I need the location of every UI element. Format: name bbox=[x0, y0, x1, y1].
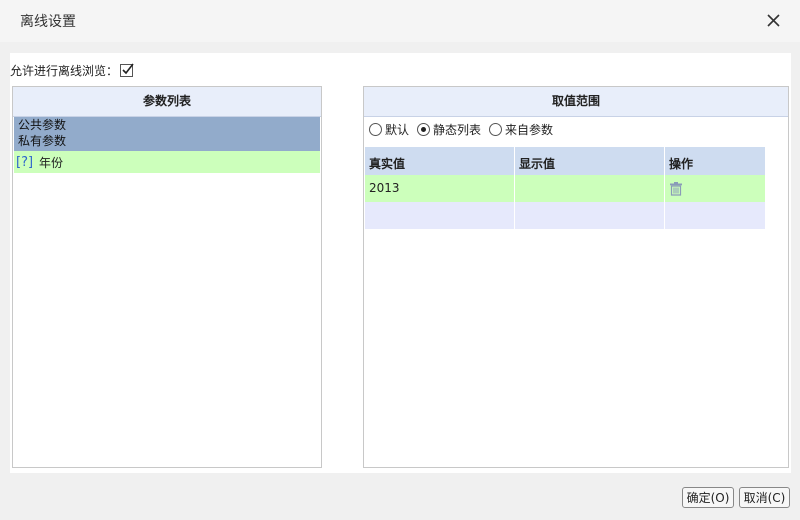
cell-empty[interactable] bbox=[665, 202, 765, 229]
radio-default-label[interactable]: 默认 bbox=[385, 121, 409, 138]
radio-default[interactable] bbox=[369, 122, 382, 136]
param-name: 年份 bbox=[39, 155, 64, 170]
radio-static-list-label[interactable]: 静态列表 bbox=[433, 121, 481, 138]
dialog-title: 离线设置 bbox=[20, 14, 76, 30]
col-action: 操作 bbox=[669, 157, 694, 171]
value-grid: 真实值 显示值 操作 2013 bbox=[365, 147, 765, 229]
cancel-button[interactable]: 取消(C) bbox=[739, 487, 790, 508]
value-source-options: 默认 静态列表 来自参数 bbox=[369, 121, 561, 137]
value-range-panel: 取值范围 默认 静态列表 来自参数 真实值 显示值 操作 2013 bbox=[363, 86, 789, 468]
col-display-value: 显示值 bbox=[515, 147, 665, 175]
param-list-panel: 参数列表 公共参数 私有参数 [?] 年份 bbox=[12, 86, 322, 468]
close-icon[interactable] bbox=[764, 11, 784, 31]
allow-offline-label: 允许进行离线浏览： bbox=[10, 63, 119, 78]
param-item-year[interactable]: [?] 年份 bbox=[14, 151, 320, 173]
title-bar: 离线设置 bbox=[0, 0, 800, 42]
cell-action bbox=[665, 175, 765, 202]
table-row[interactable]: 2013 bbox=[365, 175, 765, 202]
group-private-params[interactable]: 私有参数 bbox=[14, 133, 320, 149]
param-groups: 公共参数 私有参数 bbox=[14, 117, 320, 151]
question-icon: [?] bbox=[16, 154, 34, 170]
cell-empty[interactable] bbox=[365, 202, 515, 229]
allow-offline-checkbox[interactable] bbox=[120, 63, 134, 77]
table-row-empty[interactable] bbox=[365, 202, 765, 229]
radio-from-param[interactable] bbox=[489, 122, 503, 136]
grid-header-row: 真实值 显示值 操作 bbox=[365, 147, 765, 175]
cell-display-value[interactable] bbox=[515, 175, 665, 202]
radio-static-list[interactable] bbox=[417, 122, 431, 136]
col-real-value: 真实值 bbox=[365, 147, 515, 175]
value-range-header: 取值范围 bbox=[364, 87, 788, 117]
param-list-header: 参数列表 bbox=[13, 87, 321, 117]
cell-real-value[interactable]: 2013 bbox=[365, 175, 515, 202]
allow-offline-row: 允许进行离线浏览： bbox=[10, 61, 134, 79]
check-icon bbox=[122, 63, 134, 74]
group-public-params[interactable]: 公共参数 bbox=[14, 117, 320, 133]
ok-button[interactable]: 确定(O) bbox=[682, 487, 734, 508]
radio-from-param-label[interactable]: 来自参数 bbox=[505, 121, 553, 138]
offline-settings-dialog: 离线设置 允许进行离线浏览： 参数列表 公共参数 私有参数 [?] 年份 取值范… bbox=[0, 0, 800, 520]
cell-empty[interactable] bbox=[515, 202, 665, 229]
